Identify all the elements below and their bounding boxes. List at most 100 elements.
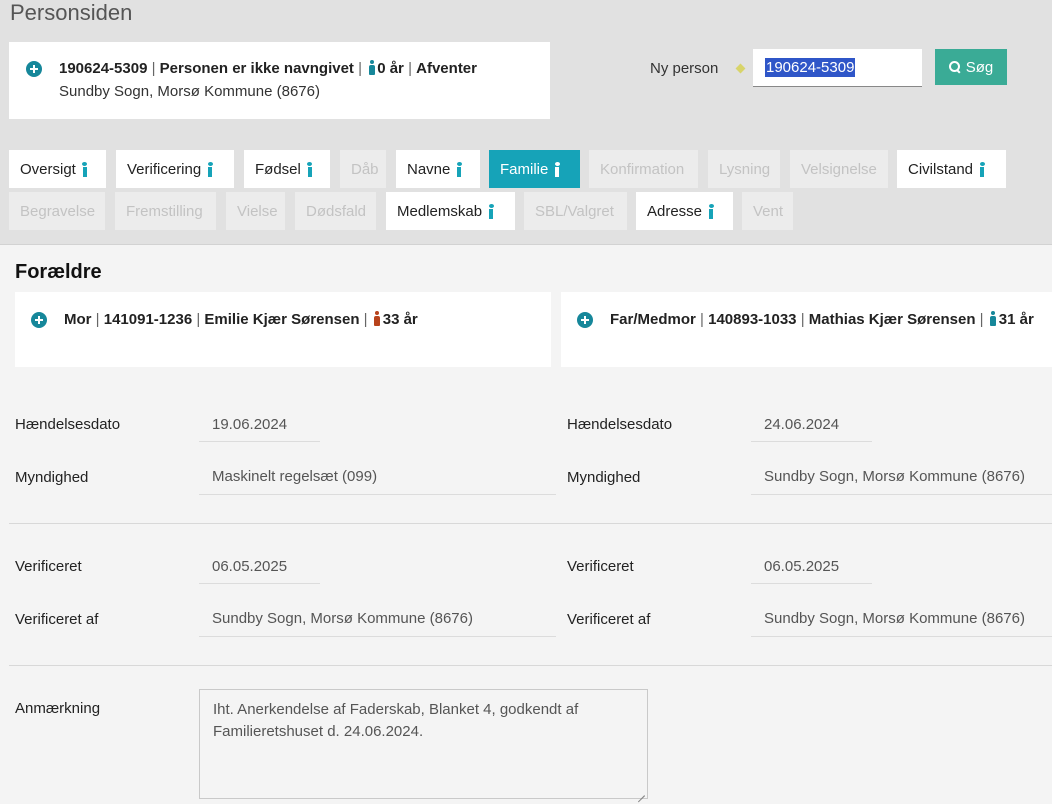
tab-verificering[interactable]: Verificering [116,150,234,188]
tab-label: Civilstand [908,160,974,178]
tab-begravelse: Begravelse [9,192,105,230]
father-age: 31 år [998,311,1034,328]
tab-vielse: Vielse [226,192,285,230]
person-summary-line: 190624-5309 | Personen er ikke navngivet… [59,60,477,77]
tab-sbl-valgret: SBL/Valgret [524,192,627,230]
left-verified-value: 06.05.2025 [199,555,320,584]
left-event-date-label: Hændelsesdato [15,416,121,433]
father-summary: Far/Medmor | 140893-1033 | Mathias Kjær … [610,311,1034,328]
mother-card: Mor | 141091-1236 | Emilie Kjær Sørensen… [15,292,551,367]
tab-label: SBL/Valgret [535,202,614,220]
tab-medlemskab[interactable]: Medlemskab [386,192,515,230]
remark-textarea[interactable]: Iht. Anerkendelse af Faderskab, Blanket … [199,689,648,799]
info-icon [307,161,313,177]
separator: | [151,60,156,77]
father-role: Far/Medmor [610,311,696,328]
tab-vent: Vent [742,192,793,230]
info-icon [708,203,714,219]
tab-label: Dåb [351,160,379,178]
info-icon [979,161,985,177]
tab-label: Lysning [719,160,771,178]
tab-label: Oversigt [20,160,76,178]
tab-label: Medlemskab [397,202,483,220]
left-verified-label: Verificeret [15,558,82,575]
info-icon [456,161,462,177]
person-female-icon [374,311,381,326]
tab-foedsel[interactable]: Fødsel [244,150,330,188]
info-icon [207,161,213,177]
right-event-date-value: 24.06.2024 [751,413,872,442]
page-title: Personsiden [10,0,133,25]
tab-navne[interactable]: Navne [396,150,480,188]
tab-label: Fremstilling [126,202,203,220]
tab-label: Fødsel [255,160,301,178]
separator: | [363,311,368,328]
resize-grip-icon[interactable] [637,788,645,796]
person-summary-card: 190624-5309 | Personen er ikke navngivet… [9,42,550,119]
search-icon [948,61,961,73]
new-person-label: Ny person [650,60,719,77]
left-verified-by-label: Verificeret af [15,611,99,628]
right-verified-value: 06.05.2025 [751,555,872,584]
tab-konfirmation: Konfirmation [589,150,698,188]
search-button-label: Søg [965,58,994,76]
separator: | [358,60,363,77]
tab-label: Adresse [647,202,703,220]
tab-label: Vielse [237,202,278,220]
separator: | [408,60,412,77]
plus-circle-icon[interactable] [31,312,47,328]
tab-velsignelse: Velsignelse [790,150,888,188]
info-icon [554,161,560,177]
tab-lysning: Lysning [708,150,780,188]
tab-doedsfald: Dødsfald [295,192,376,230]
tab-oversigt[interactable]: Oversigt [9,150,106,188]
separator: | [196,311,201,328]
remark-text: Iht. Anerkendelse af Faderskab, Blanket … [213,701,579,740]
separator: | [95,311,100,328]
person-age: 0 år [377,60,404,77]
tab-label: Verificering [127,160,202,178]
left-authority-label: Myndighed [15,469,89,486]
plus-circle-icon[interactable] [577,312,593,328]
right-authority-value: Sundby Sogn, Morsø Kommune (8676) [751,465,1052,495]
tab-label: Navne [407,160,451,178]
required-diamond-icon [735,63,746,74]
tab-label: Konfirmation [600,160,685,178]
right-verified-by-label: Verificeret af [567,611,651,628]
header: Personsiden 190624-5309 | Personen er ik… [0,0,1052,245]
right-authority-label: Myndighed [567,469,641,486]
tab-familie[interactable]: Familie [489,150,580,188]
right-event-date-label: Hændelsesdato [567,416,673,433]
mother-name: Emilie Kjær Sørensen [204,311,360,328]
right-verified-by-value: Sundby Sogn, Morsø Kommune (8676) [751,607,1052,637]
tab-label: Dødsfald [306,202,367,220]
father-name: Mathias Kjær Sørensen [808,311,976,328]
person-cpr: 190624-5309 [59,60,148,77]
mother-role: Mor [64,311,92,328]
tab-civilstand[interactable]: Civilstand [897,150,1006,188]
mother-cpr: 141091-1236 [103,311,193,328]
person-status: Afventer [416,60,477,77]
tab-label: Familie [500,160,549,178]
separator: | [800,311,805,328]
tab-fremstilling: Fremstilling [115,192,216,230]
person-search-input[interactable]: 190624-5309 [753,49,922,87]
left-authority-value: Maskinelt regelsæt (099) [199,465,556,495]
father-card: Far/Medmor | 140893-1033 | Mathias Kjær … [561,292,1052,367]
tab-label: Velsignelse [801,160,877,178]
separator: | [979,311,984,328]
tab-label: Vent [753,202,784,220]
mother-age: 33 år [382,311,418,328]
search-button[interactable]: Søg [935,49,1007,85]
person-name: Personen er ikke navngivet [159,60,354,77]
search-input-value: 190624-5309 [765,58,856,77]
person-parish: Sundby Sogn, Morsø Kommune (8676) [59,83,320,100]
person-male-icon [990,311,997,326]
person-male-icon [368,60,375,75]
left-event-date-value: 19.06.2024 [199,413,320,442]
tab-adresse[interactable]: Adresse [636,192,733,230]
tab-label: Begravelse [20,202,96,220]
divider [9,523,1052,524]
father-cpr: 140893-1033 [708,311,797,328]
plus-circle-icon[interactable] [26,61,42,77]
